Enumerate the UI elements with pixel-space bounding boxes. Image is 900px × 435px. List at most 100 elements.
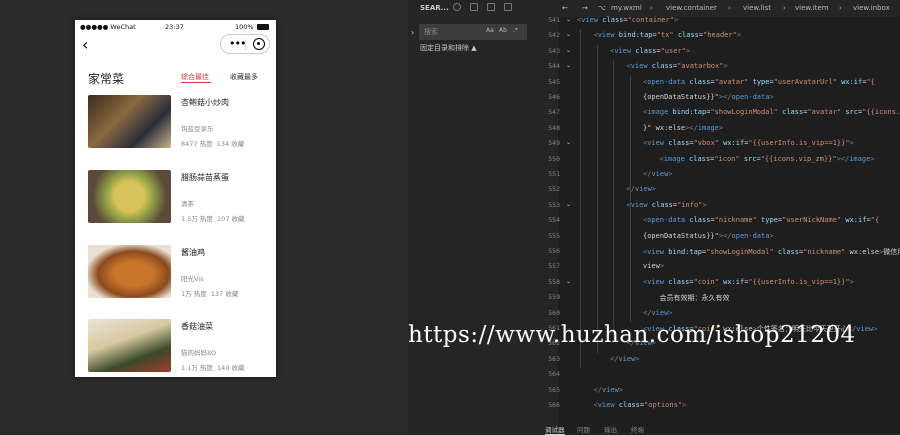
include-exclude-toggle[interactable]: 固定目录和排除 ▲ [420,43,477,53]
list-item[interactable]: 杏鲍菇小炒肉 钩蓝豆享乐 8477 热度 134 收藏 [88,95,268,151]
recipe-thumbnail [88,170,171,223]
fold-chevron-icon[interactable]: ⌄ [566,278,571,285]
code-line[interactable]: <view class="coin" wx:if="{{userInfo.is_… [643,278,854,286]
tab-active-underline [181,82,211,83]
section-title: 家常菜 [88,72,125,86]
code-line[interactable]: <view class="avatarbox"> [627,62,728,70]
line-number: 555 [548,231,560,240]
breadcrumb-item[interactable]: view.item [795,4,829,12]
line-number: 542 [548,31,560,40]
line-gutter [558,17,576,433]
list-item[interactable]: 酱油鸡 阳光Vis 1万 热度 137 收藏 [88,245,268,301]
regex-option[interactable]: .* [513,27,518,34]
code-line[interactable]: 会员有效期：永久有效 [660,293,730,303]
capsule-menu: ••• [220,34,270,54]
fold-chevron-icon[interactable]: ⌄ [566,62,571,69]
status-battery: 100% [235,23,254,31]
line-number: 566 [548,401,560,409]
fold-chevron-icon[interactable]: ⌄ [566,31,571,38]
chevron-right-icon[interactable]: › [411,28,414,37]
line-number: 547 [548,108,560,117]
recipe-author: 猫的妈妈XO [181,349,217,357]
code-line[interactable]: <view class="user"> [610,47,690,55]
close-circle-icon[interactable] [253,38,265,50]
line-number: 565 [548,385,560,394]
heat-count: 1.1万 热度 [181,364,213,372]
fold-chevron-icon[interactable]: ⌄ [566,139,571,146]
code-line[interactable]: </view> [643,170,673,178]
breadcrumb-item[interactable]: view.list [743,4,771,12]
line-number: 545 [548,77,560,86]
fold-chevron-icon[interactable]: ⌄ [566,16,571,23]
search-input[interactable]: 搜索 Aa Ab .* [419,24,527,40]
code-line[interactable]: <image bind:tap="showLoginModal" class="… [643,108,900,116]
code-line[interactable]: </view> [627,185,657,193]
refresh-icon[interactable] [453,3,461,11]
indent-guide [596,44,598,353]
code-line[interactable]: <view bind:tap="showLoginModal" class="n… [643,247,900,257]
code-line[interactable]: {openDataStatus}}"></open-data> [643,93,774,101]
breadcrumb-item[interactable]: view.container [666,4,717,12]
line-number: 556 [548,247,560,255]
heat-count: 1.5万 热度 [181,215,213,223]
whole-word-option[interactable]: Ab [499,27,507,34]
code-line[interactable]: <view class="info"> [627,201,707,209]
line-number: 557 [548,262,560,271]
code-line[interactable]: <view bind:tap="tx" class="header"> [594,31,742,39]
code-line[interactable]: <open-data class="avatar" type="userAvat… [643,78,875,86]
match-case-option[interactable]: Aa [486,27,494,34]
code-line[interactable]: <view class="options"> [594,401,687,409]
clear-icon[interactable] [470,3,478,11]
breadcrumb-separator: › [650,4,653,12]
code-line[interactable]: </view> [643,309,673,317]
code-line[interactable]: {openDataStatus}}"></open-data> [643,232,774,240]
search-panel: SEAR... › 搜索 Aa Ab .* 固定目录和排除 ▲ [408,0,558,433]
code-line[interactable]: </view> [610,355,640,363]
recipe-title: 酱油鸡 [181,248,205,257]
code-line[interactable]: <open-data class="nickname" type="userNi… [643,216,879,224]
status-signal: ●●●●● WeChat [80,23,136,31]
watermark-text: https://www.huzhan.com/ishop21204 [408,322,856,348]
line-number: 564 [548,370,560,379]
line-number: 558 [548,277,560,286]
line-number: 554 [548,216,560,225]
code-line[interactable]: }" wx:else></image> [643,124,723,132]
collapse-icon[interactable] [504,3,512,11]
recipe-stats: 1万 热度 137 收藏 [181,288,238,298]
new-search-icon[interactable] [487,3,495,11]
recipe-stats: 8477 热度 134 收藏 [181,138,244,148]
status-time: 23:37 [165,23,184,31]
code-line[interactable]: <view class="container"> [577,16,678,24]
list-item[interactable]: 香菇油菜 猫的妈妈XO 1.1万 热度 140 收藏 [88,319,268,375]
forward-nav-icon[interactable]: → [582,4,588,12]
breadcrumb-file[interactable]: my.wxml [611,4,642,12]
line-number: 559 [548,293,560,302]
recipe-thumbnail [88,95,171,148]
breadcrumb-separator: › [783,4,786,12]
back-arrow-icon[interactable]: ‹ [82,37,88,53]
fav-count: 137 收藏 [210,290,239,298]
capsule-divider [245,39,246,50]
back-nav-icon[interactable]: ← [562,4,568,12]
fold-chevron-icon[interactable]: ⌄ [566,201,571,208]
code-line[interactable]: <image class="icon" src="{{icons.vip_zm}… [660,155,875,163]
code-line[interactable]: <view class="vbox" wx:if="{{userInfo.is_… [643,139,854,147]
fold-chevron-icon[interactable]: ⌄ [566,47,571,54]
tab-most-favorited[interactable]: 收藏最多 [230,72,258,82]
line-number: 551 [548,170,560,178]
fav-count: 140 收藏 [217,364,245,372]
line-number: 546 [548,93,560,101]
line-number: 552 [548,185,560,194]
code-line[interactable]: </view> [594,386,624,394]
list-item[interactable]: 腊肠蒜苗蒸蛋 清茶 1.5万 热度 107 收藏 [88,170,268,226]
more-dots-icon[interactable]: ••• [229,37,246,51]
line-number: 550 [548,154,560,163]
code-line[interactable]: view> [643,262,664,270]
breadcrumb-item[interactable]: view.inbox [853,4,890,12]
tab-debugger[interactable]: 调试器 [545,424,565,435]
recipe-title: 香菇油菜 [181,322,213,331]
line-number: 541 [548,16,560,24]
line-number: 553 [548,200,560,209]
line-number: 549 [548,139,560,148]
tab-best[interactable]: 综合最佳 [181,72,209,82]
